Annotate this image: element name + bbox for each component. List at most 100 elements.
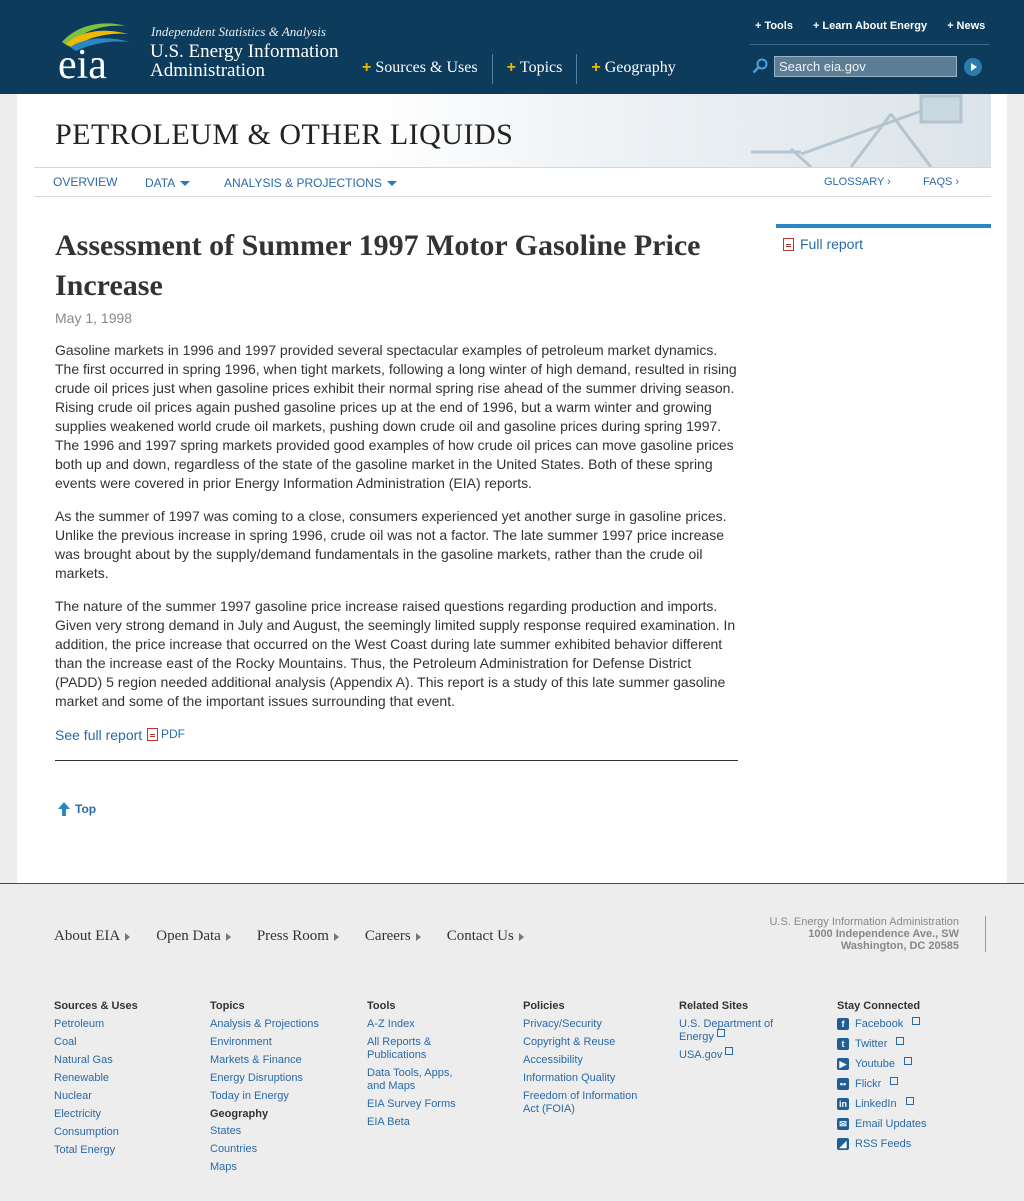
footer-link[interactable]: A-Z Index [367, 1018, 467, 1031]
footer-link[interactable]: Coal [54, 1036, 194, 1049]
oil-pump-illustration [751, 94, 963, 167]
linkedin-icon: in [837, 1098, 849, 1110]
util-learn-link[interactable]: + Learn About Energy [813, 20, 927, 32]
footer-link[interactable]: Environment [210, 1036, 350, 1049]
footer-col-tools: Tools A-Z Index All Reports & Publicatio… [367, 1000, 467, 1134]
email-icon: ✉ [837, 1118, 849, 1130]
footer-link[interactable]: Renewable [54, 1072, 194, 1085]
footer-col-heading: Tools [367, 1000, 396, 1012]
footer-col-policies: Policies Privacy/Security Copyright & Re… [523, 1000, 653, 1121]
subnav-faqs[interactable]: FAQS › [923, 176, 959, 188]
footer-col-heading: Stay Connected [837, 1000, 921, 1012]
social-rss-link[interactable]: ◢ RSS Feeds [837, 1138, 957, 1150]
subnav-analysis[interactable]: ANALYSIS & PROJECTIONS [224, 176, 397, 190]
util-news-link[interactable]: + News [947, 20, 985, 32]
footer-col-topics: Topics Analysis & Projections Environmen… [210, 1000, 350, 1179]
social-email-link[interactable]: ✉ Email Updates [837, 1118, 957, 1130]
footer-link[interactable]: Nuclear [54, 1090, 194, 1103]
pdf-icon [783, 237, 794, 251]
footer-link[interactable]: Today in Energy [210, 1090, 350, 1103]
social-facebook-link[interactable]: f Facebook [837, 1017, 957, 1030]
footer-nav-press-room[interactable]: Press Room [257, 928, 339, 945]
footer-link[interactable]: Privacy/Security [523, 1018, 653, 1031]
nav-sources-uses[interactable]: + Sources & Uses [360, 54, 492, 84]
footer-link[interactable]: Natural Gas [54, 1054, 194, 1067]
chevron-down-icon [386, 181, 397, 187]
utility-nav: + Tools + Learn About Energy + News [755, 20, 985, 32]
agency-name-line2: Administration [150, 60, 266, 81]
external-link-icon [905, 1097, 914, 1105]
address-divider [985, 916, 986, 952]
footer-link-doe[interactable]: U.S. Department of Energy [679, 1018, 789, 1044]
footer-col-heading: Topics [210, 1000, 245, 1012]
sidebar-full-report-link[interactable]: Full report [783, 236, 863, 252]
article-paragraph: Gasoline markets in 1996 and 1997 provid… [55, 342, 737, 491]
agency-name-line1: U.S. Energy Information [150, 41, 339, 62]
footer-address: U.S. Energy Information Administration 1… [769, 916, 959, 952]
chevron-right-icon [333, 932, 339, 941]
social-linkedin-link[interactable]: in LinkedIn [837, 1097, 957, 1110]
footer-link[interactable]: Countries [210, 1143, 350, 1156]
footer-link[interactable]: Copyright & Reuse [523, 1036, 653, 1049]
footer-link[interactable]: Freedom of Information Act (FOIA) [523, 1090, 653, 1116]
footer-link[interactable]: Total Energy [54, 1144, 194, 1157]
svg-text:eia: eia [58, 42, 107, 82]
footer-link[interactable]: Information Quality [523, 1072, 653, 1085]
pdf-link[interactable]: PDF [147, 727, 185, 741]
section-subnav: OVERVIEW DATA ANALYSIS & PROJECTIONS GLO… [34, 167, 991, 197]
arrow-up-icon [58, 802, 70, 816]
facebook-icon: f [837, 1018, 849, 1030]
footer-link[interactable]: Maps [210, 1161, 350, 1174]
footer-link[interactable]: EIA Beta [367, 1116, 467, 1129]
search-input[interactable] [774, 56, 957, 77]
subnav-data[interactable]: DATA [145, 176, 191, 190]
article-paragraph: The nature of the summer 1997 gasoline p… [55, 598, 736, 709]
footer-nav-open-data[interactable]: Open Data [156, 928, 231, 945]
footer-link[interactable]: Electricity [54, 1108, 194, 1121]
eia-logo[interactable]: eia [56, 20, 136, 82]
footer-link[interactable]: Markets & Finance [210, 1054, 350, 1067]
footer-link[interactable]: Energy Disruptions [210, 1072, 350, 1085]
footer-link[interactable]: Data Tools, Apps, and Maps [367, 1067, 467, 1093]
sidebar-accent-rule [776, 224, 991, 228]
util-tools-link[interactable]: + Tools [755, 20, 793, 32]
subnav-glossary[interactable]: GLOSSARY › [824, 176, 891, 188]
footer-link[interactable]: Petroleum [54, 1018, 194, 1031]
footer-nav-careers[interactable]: Careers [365, 928, 421, 945]
footer-nav: About EIA Open Data Press Room Careers C… [54, 928, 550, 945]
chevron-right-icon [225, 932, 231, 941]
external-link-icon [725, 1047, 734, 1055]
external-link-icon [716, 1029, 725, 1037]
tagline: Independent Statistics & Analysis [151, 24, 326, 39]
footer-link[interactable]: States [210, 1125, 350, 1138]
footer-col-related: Related Sites U.S. Department of Energy … [679, 1000, 789, 1067]
footer-link-usagov[interactable]: USA.gov [679, 1047, 789, 1062]
footer-link[interactable]: Consumption [54, 1126, 194, 1139]
section-title: PETROLEUM & OTHER LIQUIDS [55, 118, 514, 151]
external-link-icon [903, 1057, 912, 1065]
external-link-icon [896, 1037, 905, 1045]
social-flickr-link[interactable]: •• Flickr [837, 1077, 957, 1090]
chevron-right-icon [518, 932, 524, 941]
footer-subheading: Geography [210, 1108, 269, 1120]
nav-geography[interactable]: + Geography [576, 54, 689, 84]
article-title: Assessment of Summer 1997 Motor Gasoline… [55, 229, 701, 302]
social-youtube-link[interactable]: ▶ Youtube [837, 1057, 957, 1070]
footer-link[interactable]: Analysis & Projections [210, 1018, 350, 1031]
footer-nav-contact[interactable]: Contact Us [447, 928, 524, 945]
search-icon [752, 58, 768, 74]
footer-link[interactable]: EIA Survey Forms [367, 1098, 467, 1111]
back-to-top-link[interactable]: Top [58, 802, 96, 816]
search-submit-button[interactable] [964, 58, 982, 76]
social-twitter-link[interactable]: t Twitter [837, 1037, 957, 1050]
agency-name[interactable]: U.S. Energy Information Administration [150, 42, 360, 80]
address-line: 1000 Independence Ave., SW [808, 928, 959, 940]
footer-link[interactable]: All Reports & Publications [367, 1036, 467, 1062]
nav-topics[interactable]: + Topics [491, 54, 577, 84]
youtube-icon: ▶ [837, 1058, 849, 1070]
footer-nav-about[interactable]: About EIA [54, 928, 131, 945]
see-full-report-link[interactable]: See full report [55, 727, 142, 743]
footer-link[interactable]: Accessibility [523, 1054, 653, 1067]
external-link-icon [890, 1077, 899, 1085]
subnav-overview[interactable]: OVERVIEW [53, 175, 117, 189]
